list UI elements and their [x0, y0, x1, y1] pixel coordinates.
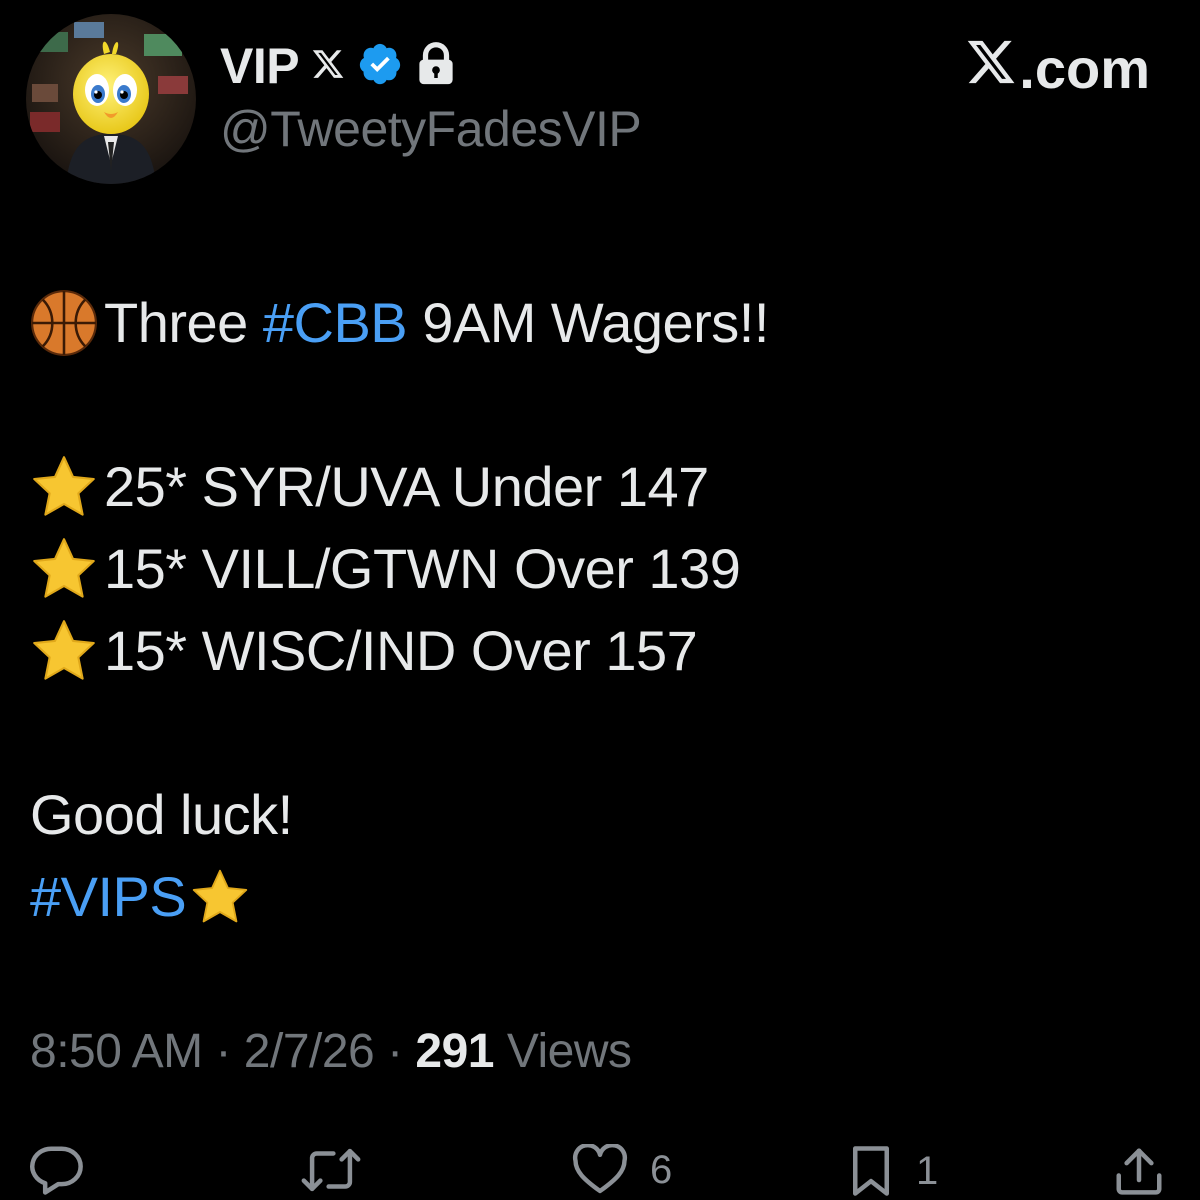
tweet-date[interactable]: 2/7/26 [244, 1025, 375, 1078]
repost-icon [300, 1144, 362, 1196]
display-name[interactable]: VIP [220, 37, 300, 95]
tweet-time[interactable]: 8:50 AM [30, 1025, 203, 1078]
heart-icon [572, 1144, 628, 1196]
hashtag-vips[interactable]: #VIPS [30, 856, 187, 938]
pick-text: 15* WISC/IND Over 157 [104, 619, 698, 682]
meta-separator: · [215, 1025, 244, 1078]
hashtag-cbb[interactable]: #CBB [263, 282, 408, 364]
views-label: Views [506, 1025, 632, 1078]
brand-watermark: .com [965, 36, 1150, 100]
closing-line: Good luck! [30, 774, 1170, 856]
tweet-text: Three #CBB 9AM Wagers!! 25* SYR/UVA Unde… [30, 282, 1170, 938]
tweet-meta: 8:50 AM · 2/7/26 · 291 Views [30, 1024, 632, 1079]
brand-suffix: .com [1019, 36, 1150, 100]
pick-line: 15* WISC/IND Over 157 [30, 610, 1170, 692]
verified-badge-icon [357, 41, 403, 92]
tweet-text-before: Three [104, 291, 248, 354]
repost-button[interactable] [300, 1144, 362, 1196]
share-button[interactable] [1112, 1144, 1166, 1198]
author-name-row: VIP [220, 36, 457, 96]
tweet-text-after: 9AM Wagers!! [422, 291, 769, 354]
basketball-icon [30, 289, 98, 357]
star-icon [30, 453, 98, 521]
x-logo-icon [311, 47, 345, 86]
pick-text: 15* VILL/GTWN Over 139 [104, 537, 741, 600]
meta-separator: · [387, 1025, 416, 1078]
closing-hashtag-line: #VIPS [30, 856, 1170, 938]
pick-line: 15* VILL/GTWN Over 139 [30, 528, 1170, 610]
lock-icon [415, 41, 457, 92]
bookmark-button[interactable]: 1 [848, 1144, 938, 1198]
reply-button[interactable] [28, 1144, 86, 1196]
action-bar: 6 1 [0, 1140, 1200, 1200]
like-button[interactable]: 6 [572, 1144, 672, 1196]
bookmark-count: 1 [916, 1148, 939, 1193]
pick-line: 25* SYR/UVA Under 147 [30, 446, 1170, 528]
reply-icon [28, 1144, 86, 1196]
views-count[interactable]: 291 [415, 1025, 494, 1078]
like-count: 6 [650, 1147, 673, 1192]
avatar[interactable] [26, 14, 196, 184]
closing-text: Good luck! [30, 783, 293, 846]
star-icon [30, 535, 98, 603]
pick-text: 25* SYR/UVA Under 147 [104, 455, 709, 518]
star-icon [30, 617, 98, 685]
x-logo-icon [965, 36, 1017, 101]
author-handle[interactable]: @TweetyFadesVIP [220, 100, 642, 158]
share-icon [1112, 1144, 1166, 1198]
star-icon [190, 867, 250, 927]
bookmark-icon [848, 1144, 894, 1198]
tweet-headline: Three #CBB 9AM Wagers!! [30, 282, 1170, 364]
